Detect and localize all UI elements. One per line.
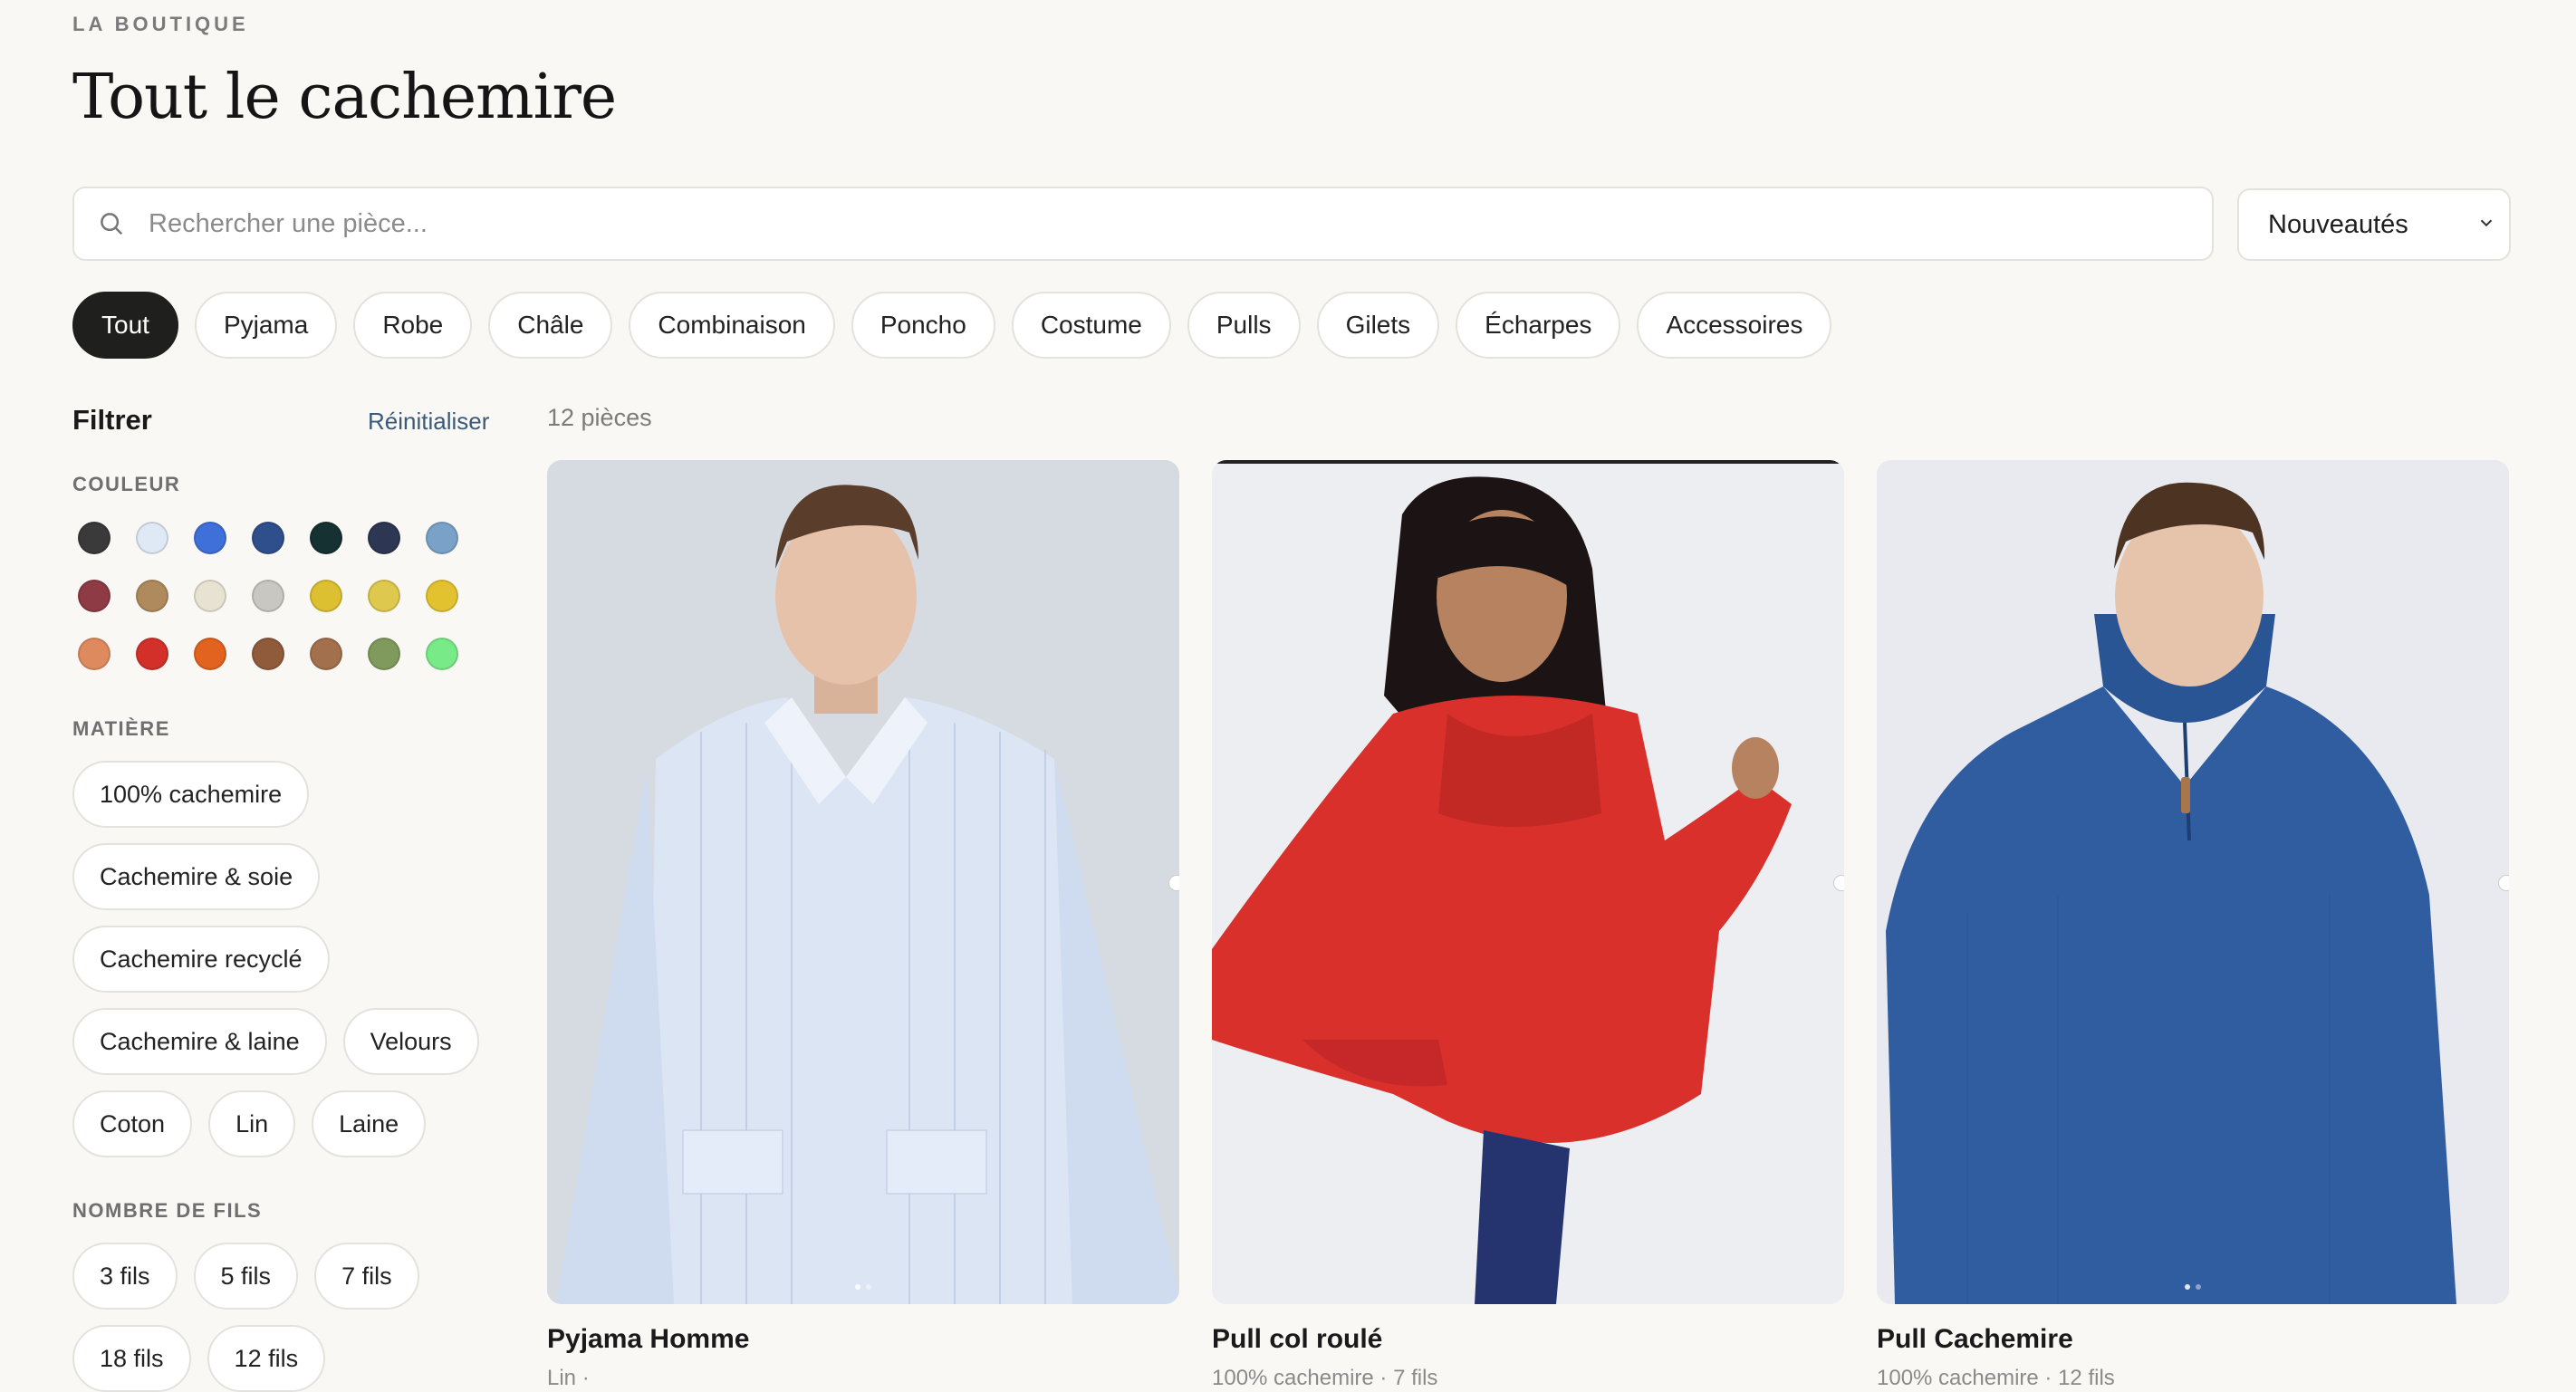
sort-selected-label: Nouveautés <box>2268 209 2408 239</box>
category-chip-costume[interactable]: Costume <box>1011 292 1171 359</box>
color-swatch[interactable] <box>310 580 342 612</box>
color-swatch[interactable] <box>136 580 168 612</box>
threads-pill[interactable]: 12 fils <box>207 1325 326 1392</box>
color-swatch[interactable] <box>252 638 284 670</box>
threads-pill[interactable]: 7 fils <box>314 1243 419 1310</box>
color-swatch[interactable] <box>310 522 342 554</box>
product-name[interactable]: Pull Cachemire <box>1877 1324 2509 1355</box>
man-striped-shirt-photo <box>547 460 1179 1304</box>
product-name[interactable]: Pyjama Homme <box>547 1324 1179 1355</box>
search-input[interactable] <box>147 207 2143 240</box>
search-icon <box>98 206 134 242</box>
color-swatch[interactable] <box>136 522 168 554</box>
color-swatch[interactable] <box>426 580 458 612</box>
product-image[interactable] <box>547 460 1179 1304</box>
results-count: 12 pièces <box>547 404 652 431</box>
color-swatch[interactable] <box>310 638 342 670</box>
color-swatch[interactable] <box>78 522 111 554</box>
material-pill[interactable]: 100% cachemire <box>72 761 310 828</box>
product-details: Lin · <box>547 1366 590 1390</box>
chevron-down-icon <box>2476 210 2496 240</box>
material-pill[interactable]: Cachemire recyclé <box>72 926 330 993</box>
color-swatch[interactable] <box>368 638 400 670</box>
category-chip-echarpes[interactable]: Écharpes <box>1456 292 1621 359</box>
color-swatches <box>78 522 458 670</box>
category-chip-pulls[interactable]: Pulls <box>1187 292 1301 359</box>
color-swatch[interactable] <box>252 522 284 554</box>
category-tabs: Tout Pyjama Robe Châle Combinaison Ponch… <box>72 292 1832 359</box>
product-image[interactable] <box>1212 460 1844 1304</box>
category-chip-poncho[interactable]: Poncho <box>851 292 995 359</box>
color-swatch[interactable] <box>252 580 284 612</box>
color-swatch[interactable] <box>78 638 111 670</box>
filter-heading: Filtrer <box>72 404 152 436</box>
material-pill[interactable]: Cachemire & soie <box>72 843 321 910</box>
product-image[interactable] <box>1877 460 2509 1304</box>
color-swatch[interactable] <box>426 638 458 670</box>
material-heading: MATIÈRE <box>72 717 170 740</box>
sort-select[interactable]: Nouveautés <box>2237 188 2511 261</box>
color-swatch[interactable] <box>368 580 400 612</box>
category-chip-accessoires[interactable]: Accessoires <box>1637 292 1832 359</box>
product-card[interactable]: Pull col roulé 100% cachemire · 7 fils <box>1212 460 1844 1391</box>
material-pill[interactable]: Velours <box>342 1008 479 1075</box>
color-heading: COULEUR <box>72 473 181 495</box>
threads-pill[interactable]: 3 fils <box>72 1243 178 1310</box>
search-bar <box>72 187 2214 261</box>
product-details: 100% cachemire · 12 fils <box>1877 1366 2115 1390</box>
eyebrow: LA BOUTIQUE <box>72 13 249 35</box>
color-swatch[interactable] <box>194 580 226 612</box>
category-chip-robe[interactable]: Robe <box>353 292 473 359</box>
man-blue-sweater-photo <box>1877 460 2509 1304</box>
color-swatch[interactable] <box>368 522 400 554</box>
threads-heading: NOMBRE DE FILS <box>72 1199 263 1222</box>
color-swatch[interactable] <box>78 580 111 612</box>
product-card[interactable]: Pyjama Homme Lin · <box>547 460 1179 1391</box>
page-title: Tout le cachemire <box>72 62 617 133</box>
color-swatch[interactable] <box>136 638 168 670</box>
product-name[interactable]: Pull col roulé <box>1212 1324 1844 1355</box>
girl-red-poncho-photo <box>1212 460 1844 1304</box>
color-swatch[interactable] <box>426 522 458 554</box>
category-chip-pyjama[interactable]: Pyjama <box>194 292 338 359</box>
reset-filters-link[interactable]: Réinitialiser <box>368 408 489 436</box>
threads-pill[interactable]: 18 fils <box>72 1325 191 1392</box>
threads-pill[interactable]: 5 fils <box>193 1243 299 1310</box>
category-chip-tout[interactable]: Tout <box>72 292 178 359</box>
material-pill[interactable]: Laine <box>312 1090 427 1157</box>
category-chip-chale[interactable]: Châle <box>488 292 613 359</box>
product-card[interactable]: Pull Cachemire 100% cachemire · 12 fils <box>1877 460 2509 1391</box>
product-details: 100% cachemire · 7 fils <box>1212 1366 1438 1390</box>
category-chip-gilets[interactable]: Gilets <box>1316 292 1440 359</box>
category-chip-combinaison[interactable]: Combinaison <box>629 292 835 359</box>
material-pill[interactable]: Cachemire & laine <box>72 1008 327 1075</box>
material-pill[interactable]: Coton <box>72 1090 193 1157</box>
color-swatch[interactable] <box>194 522 226 554</box>
material-pill[interactable]: Lin <box>208 1090 296 1157</box>
color-swatch[interactable] <box>194 638 226 670</box>
